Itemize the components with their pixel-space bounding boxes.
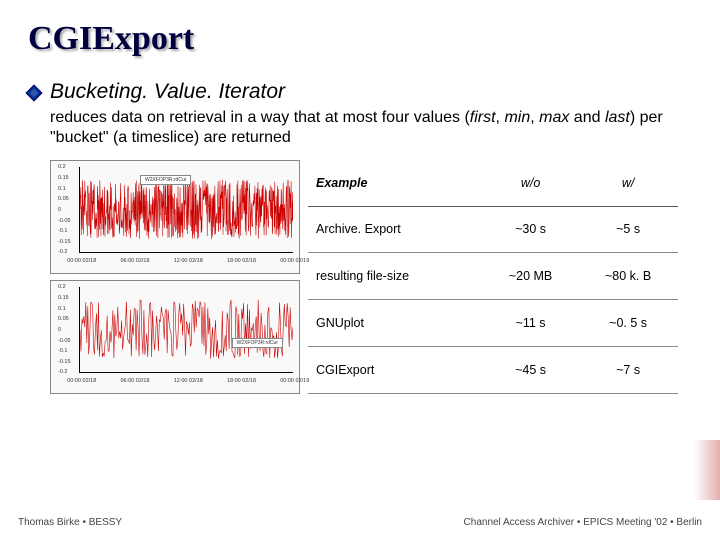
chart2-legend: W2XFOP3R:rdCur <box>232 338 283 348</box>
explain-pre: reduces data on retrieval in a way that … <box>50 109 470 126</box>
explain-min: min <box>504 109 530 126</box>
chart2-plot: W2XFOP3R:rdCur -0.2-0.15-0.1-0.0500.050.… <box>79 287 293 373</box>
chart-ytick: 0.15 <box>58 175 69 181</box>
content-row: W2XFOP3R:rdCur -0.2 -0.15 -0.1 -0.05 0 0.05 0.… <box>50 160 692 394</box>
chart-ytick: 0.05 <box>58 316 69 322</box>
th-example: Example <box>308 160 483 206</box>
table-row: Archive. Export ~30 s ~5 s <box>308 206 678 253</box>
comparison-table: Example w/o w/ Archive. Export ~30 s ~5 … <box>308 160 678 394</box>
table-row: GNUplot ~11 s ~0. 5 s <box>308 300 678 347</box>
cell: ~7 s <box>578 347 678 394</box>
chart-ytick: 0.2 <box>58 164 66 170</box>
cell: Archive. Export <box>308 206 483 253</box>
th-without: w/o <box>483 160 578 206</box>
table-header-row: Example w/o w/ <box>308 160 678 206</box>
cell: ~45 s <box>483 347 578 394</box>
chart-xtick: 06:00 02/18 <box>120 378 149 384</box>
cell: CGIExport <box>308 347 483 394</box>
chart-ytick: -0.05 <box>58 218 71 224</box>
chart-ytick: -0.1 <box>58 228 67 234</box>
chart-with-bucketing: W2XFOP3R:rdCur -0.2 -0.15 -0.1 -0.05 0 0.05 0.… <box>50 280 300 394</box>
bullet-text: Bucketing. Value. Iterator <box>50 80 285 104</box>
chart-ytick: 0.15 <box>58 295 69 301</box>
chart2-trace <box>80 287 293 372</box>
bullet-explain: reduces data on retrieval in a way that … <box>50 108 692 148</box>
chart-ytick: 0.2 <box>58 284 66 290</box>
explain-max: max <box>539 109 569 126</box>
chart-ytick: -0.15 <box>58 239 71 245</box>
footer-left: Thomas Birke • BESSY <box>18 517 122 528</box>
slide-title: CGIExport <box>28 20 692 58</box>
chart-xtick: 12:00 02/18 <box>174 258 203 264</box>
chart-ytick: 0.1 <box>58 186 66 192</box>
chart-ytick: 0 <box>58 207 61 213</box>
explain-m2: , <box>530 109 539 126</box>
cell: ~11 s <box>483 300 578 347</box>
slide: CGIExport Bucketing. Value. Iterator red… <box>0 0 720 540</box>
cell: ~80 k. B <box>578 253 678 300</box>
chart-xtick: 00:00 02/19 <box>280 258 309 264</box>
chart1-plot: W2XFOP3R:rdCur -0.2-0.15-0.1-0.0500.050.… <box>79 167 293 253</box>
chart-xtick: 18:00 02/18 <box>227 378 256 384</box>
chart-xtick: 00:00 02/18 <box>67 258 96 264</box>
explain-last: last <box>605 109 630 126</box>
explain-m3: and <box>569 109 605 126</box>
chart-xtick: 00:00 02/19 <box>280 378 309 384</box>
table-row: resulting file-size ~20 MB ~80 k. B <box>308 253 678 300</box>
chart-ytick: -0.15 <box>58 359 71 365</box>
chart-xtick: 12:00 02/18 <box>174 378 203 384</box>
corner-accent <box>694 440 720 500</box>
chart-ytick: -0.2 <box>58 249 67 255</box>
cell: ~0. 5 s <box>578 300 678 347</box>
chart-ytick: -0.2 <box>58 369 67 375</box>
chart-ytick: 0 <box>58 327 61 333</box>
cell: GNUplot <box>308 300 483 347</box>
explain-first: first <box>470 109 496 126</box>
chart-ytick: 0.05 <box>58 196 69 202</box>
chart-xtick: 18:00 02/18 <box>227 258 256 264</box>
cell: resulting file-size <box>308 253 483 300</box>
th-with: w/ <box>578 160 678 206</box>
chart-without-bucketing: W2XFOP3R:rdCur -0.2 -0.15 -0.1 -0.05 0 0.05 0.… <box>50 160 300 274</box>
cell: ~5 s <box>578 206 678 253</box>
chart-xtick: 06:00 02/18 <box>120 258 149 264</box>
cell: ~30 s <box>483 206 578 253</box>
footer: Thomas Birke • BESSY Channel Access Arch… <box>0 517 720 528</box>
chart-ytick: 0.1 <box>58 306 66 312</box>
diamond-icon <box>26 85 43 102</box>
chart-ytick: -0.1 <box>58 348 67 354</box>
table-row: CGIExport ~45 s ~7 s <box>308 347 678 394</box>
charts-column: W2XFOP3R:rdCur -0.2 -0.15 -0.1 -0.05 0 0.05 0.… <box>50 160 300 394</box>
chart-xtick: 00:00 02/18 <box>67 378 96 384</box>
cell: ~20 MB <box>483 253 578 300</box>
chart1-legend: W2XFOP3R:rdCur <box>140 175 191 185</box>
bullet-row: Bucketing. Value. Iterator <box>28 80 692 104</box>
chart-ytick: -0.05 <box>58 338 71 344</box>
footer-right: Channel Access Archiver • EPICS Meeting … <box>464 517 702 528</box>
